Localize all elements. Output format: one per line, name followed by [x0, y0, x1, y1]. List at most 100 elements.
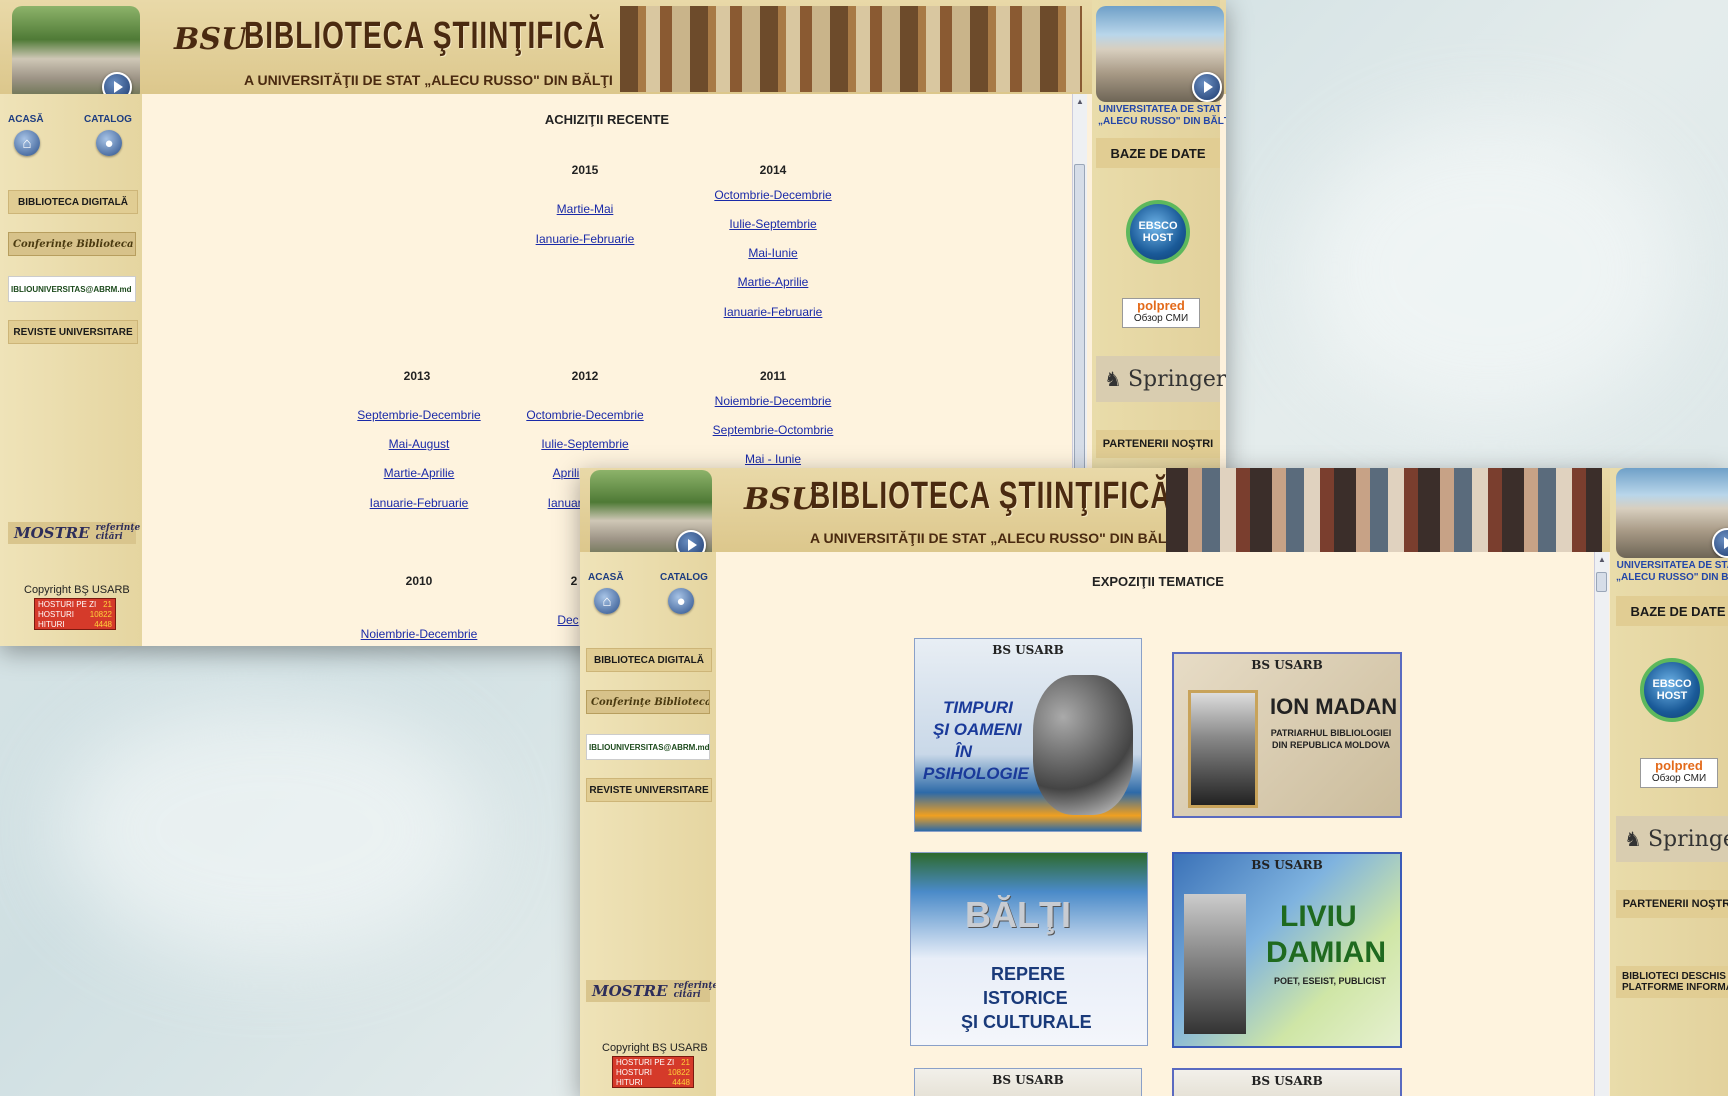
acquisitions-link[interactable]: Octombrie-Decembrie [526, 408, 643, 422]
poster-title: ÎN [955, 742, 972, 761]
acquisitions-link[interactable]: Martie-Mai [557, 202, 614, 216]
students-photo [1166, 468, 1602, 552]
conferences-banner[interactable]: Conferinţe Biblioteca [8, 232, 136, 256]
scroll-up-icon[interactable]: ▲ [1073, 94, 1087, 108]
samples-sub2: citări [95, 532, 123, 542]
acquisitions-link[interactable]: Septembrie-Octombrie [713, 423, 834, 437]
partners-button[interactable]: PARTENERII NOŞTRI [1616, 890, 1728, 918]
acquisitions-link[interactable]: Septembrie-Decembrie [357, 408, 480, 422]
catalog-icon[interactable]: ● [668, 588, 694, 614]
poster-subtitle: ISTORICE [983, 988, 1068, 1008]
email-banner[interactable]: IBLIOUNIVERSITAS@ABRM.md [586, 734, 710, 760]
university-photo [1616, 468, 1728, 558]
acquisitions-link[interactable]: Noiembrie-Decembrie [715, 394, 832, 408]
home-label[interactable]: ACASĂ [588, 572, 624, 583]
bsu-logo: BSU [174, 22, 248, 57]
bsu-logo: BSU [744, 482, 818, 517]
acquisitions-link[interactable]: Iulie-Septembrie [541, 437, 628, 451]
scroll-thumb[interactable] [1596, 572, 1607, 592]
visit-counter: HOSTURI PE ZI 21 HOSTURI 10822 HITURI 4448 [612, 1056, 694, 1088]
open-libraries-button[interactable]: BIBLIOTECI DESCHISPLATFORME INFORMAŢIONA… [1616, 966, 1728, 998]
acquisitions-link[interactable]: Octombrie-Decembrie [714, 188, 831, 202]
scrollbar[interactable]: ▲ [1594, 552, 1609, 1096]
home-icon[interactable]: ⌂ [594, 588, 620, 614]
scroll-thumb[interactable] [1074, 164, 1085, 494]
exhibition-poster[interactable]: BS USARB [914, 1068, 1142, 1096]
acquisitions-link[interactable]: Noiembrie-Decembrie [361, 627, 478, 641]
conferences-banner[interactable]: Conferinţe Biblioteca [586, 690, 710, 714]
acquisitions-link[interactable]: Ianuarie-Februarie [370, 496, 469, 510]
springer-horse-icon: ♞ [1624, 827, 1642, 851]
polpred-title: polpred [1655, 758, 1703, 773]
exhibition-poster[interactable]: BS USARB ION MADAN PATRIARHUL BIBLIOLOGI… [1172, 652, 1402, 818]
counter-value-1: 21 [681, 1058, 690, 1067]
springer-logo[interactable]: ♞ Springer [1616, 816, 1728, 862]
samples-banner[interactable]: MOSTRE referinţe citări [8, 522, 140, 544]
play-icon[interactable] [1712, 528, 1728, 558]
poster-subtitle: REPERE [991, 964, 1066, 984]
digital-library-button[interactable]: BIBLIOTECA DIGITALĂ [586, 648, 712, 672]
year-heading: 2 [570, 574, 578, 588]
copyright-text: Copyright BŞ USARB [24, 584, 130, 596]
exhibition-poster[interactable]: BS USARB TIMPURI ŞI OAMENI ÎN PSIHOLOGIE [914, 638, 1142, 832]
counter-label-2: HOSTURI [38, 610, 74, 619]
samples-banner[interactable]: MOSTRE referinţe citări [586, 980, 718, 1002]
exhibition-poster[interactable]: BS USARB LIVIU DAMIAN POET, ESEIST, PUBL… [1172, 852, 1402, 1048]
counter-label-2: HOSTURI [616, 1068, 652, 1077]
catalog-icon[interactable]: ● [96, 130, 122, 156]
journals-button[interactable]: REVISTE UNIVERSITARE [586, 778, 712, 802]
poster-title: DAMIAN [1266, 936, 1386, 969]
acquisitions-link[interactable]: Dec [557, 613, 578, 627]
acquisitions-link[interactable]: Ianuarie-Februarie [724, 305, 823, 319]
ebsco-logo[interactable]: EBSCO HOST [1126, 200, 1190, 264]
poster-title: ION MADAN [1270, 694, 1398, 719]
acquisitions-link[interactable]: Martie-Aprilie [738, 275, 809, 289]
university-label[interactable]: UNIVERSITATEA DE STAT „ALECU RUSSO" DIN B… [1616, 560, 1728, 584]
right-sidebar: UNIVERSITATEA DE STAT „ALECU RUSSO" DIN B… [1610, 468, 1728, 1096]
counter-label-3: HITURI [38, 620, 65, 629]
ebsco-logo[interactable]: EBSCO HOST [1640, 658, 1704, 722]
home-icon[interactable]: ⌂ [14, 130, 40, 156]
section-title: ACHIZIŢII RECENTE [544, 112, 670, 127]
banner-subtitle: A UNIVERSITĂŢII DE STAT „ALECU RUSSO" DI… [244, 72, 613, 88]
polpred-logo[interactable]: polpred Обзор СМИ [1122, 298, 1200, 328]
exhibition-poster[interactable]: BĂLŢI REPERE ISTORICE ŞI CULTURALE [910, 852, 1148, 1046]
counter-value-2: 10822 [667, 1068, 690, 1077]
window-expozitii: BSU BIBLIOTECA ŞTIINŢIFICĂ A UNIVERSITĂŢ… [580, 468, 1728, 1096]
poster-header: BS USARB [1251, 858, 1323, 872]
polpred-logo[interactable]: polpred Обзор СМИ [1640, 758, 1718, 788]
scroll-up-icon[interactable]: ▲ [1595, 552, 1609, 566]
counter-value-2: 10822 [89, 610, 112, 619]
email-banner[interactable]: IBLIOUNIVERSITAS@ABRM.md [8, 276, 136, 302]
acquisitions-link[interactable]: Iulie-Septembrie [729, 217, 816, 231]
counter-label-1: HOSTURI PE ZI [38, 600, 97, 609]
journals-button[interactable]: REVISTE UNIVERSITARE [8, 320, 138, 344]
digital-library-button[interactable]: BIBLIOTECA DIGITALĂ [8, 190, 138, 214]
springer-label: Springer [1127, 366, 1226, 392]
left-sidebar: ACASĂ CATALOG ⌂ ● BIBLIOTECA DIGITALĂ Co… [580, 552, 722, 1096]
year-heading: 2010 [405, 574, 433, 588]
acquisitions-link[interactable]: Ianuari [548, 496, 585, 510]
university-label-line2: „ALECU RUSSO" DIN BĂLŢI [1098, 116, 1226, 127]
acquisitions-link[interactable]: Mai-August [389, 437, 450, 451]
acquisitions-link[interactable]: Martie-Aprilie [384, 466, 455, 480]
university-label[interactable]: UNIVERSITATEA DE STAT „ALECU RUSSO" DIN B… [1098, 104, 1226, 128]
poster-subtitle: POET, ESEIST, PUBLICIST [1273, 976, 1387, 986]
poster-title: TIMPURI [943, 698, 1013, 717]
acquisitions-link[interactable]: Mai-Iunie [748, 246, 797, 260]
university-label-line1: UNIVERSITATEA DE STAT [1098, 104, 1222, 115]
catalog-label[interactable]: CATALOG [84, 114, 132, 125]
home-label[interactable]: ACASĂ [8, 114, 44, 125]
partners-button[interactable]: PARTENERII NOŞTRI [1096, 430, 1220, 458]
samples-main: MOSTRE [14, 524, 90, 542]
exhibition-poster[interactable]: BS USARB [1172, 1068, 1402, 1096]
acquisitions-link[interactable]: Mai - Iunie [745, 452, 801, 466]
databases-heading: BAZE DE DATE [1096, 138, 1220, 168]
acquisitions-link[interactable]: Ianuarie-Februarie [536, 232, 635, 246]
counter-value-3: 4448 [672, 1078, 690, 1087]
play-icon[interactable] [1192, 72, 1222, 102]
poster-header: BS USARB [1251, 1074, 1323, 1088]
acquisitions-link[interactable]: Aprili [553, 466, 580, 480]
catalog-label[interactable]: CATALOG [660, 572, 708, 583]
springer-logo[interactable]: ♞ Springer [1096, 356, 1226, 402]
